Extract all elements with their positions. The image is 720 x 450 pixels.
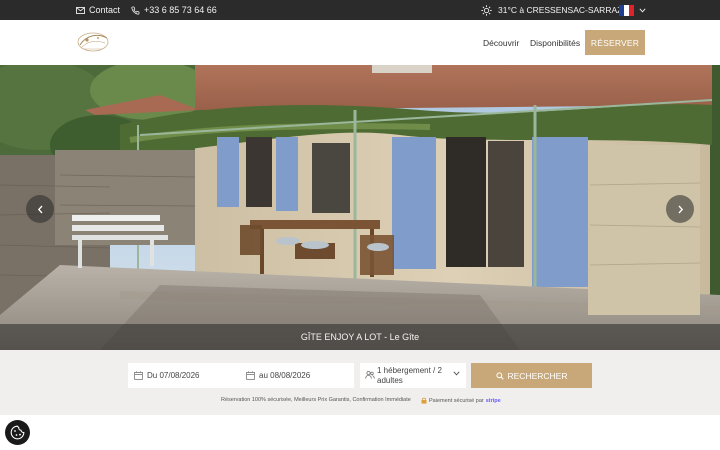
users-icon	[365, 370, 375, 380]
phone-number: +33 6 85 73 64 66	[144, 5, 217, 15]
carousel-next-button[interactable]	[666, 195, 694, 223]
language-selector[interactable]	[619, 4, 646, 16]
phone-link[interactable]: +33 6 85 73 64 66	[131, 0, 217, 20]
search-button[interactable]: RECHERCHER	[471, 363, 592, 388]
contact-label: Contact	[89, 5, 121, 15]
arrival-date[interactable]: Du 07/08/2026	[134, 371, 200, 380]
secure-payment-text: Paiement sécurisé par	[429, 397, 484, 404]
flag-fr-icon	[619, 4, 634, 16]
chevron-down-icon	[639, 7, 646, 13]
departure-date-text: au 08/08/2026	[259, 371, 311, 380]
hero-caption-band: GÎTE ENJOY A LOT - Le Gîte	[0, 324, 720, 350]
page: Contact +33 6 85 73 64 66 31°C à CRESSEN…	[0, 0, 720, 450]
arrival-date-text: Du 07/08/2026	[147, 371, 200, 380]
booking-assurance: Réservation 100% sécurisée, Meilleurs Pr…	[221, 397, 411, 403]
search-button-label: RECHERCHER	[507, 370, 568, 381]
booking-bar: Du 07/08/2026 au 08/08/2026 1 hébergemen…	[0, 350, 720, 415]
sun-icon	[481, 4, 492, 16]
contact-link[interactable]: Contact	[76, 0, 120, 20]
weather-widget: 31°C à CRESSENSAC-SARRAZAC	[481, 0, 634, 20]
date-range-field[interactable]: Du 07/08/2026 au 08/08/2026	[128, 363, 354, 388]
cookie-icon	[10, 425, 25, 440]
hero-carousel: GÎTE ENJOY A LOT - Le Gîte	[0, 65, 720, 350]
site-header: Découvrir Disponibilités RÉSERVER	[0, 20, 720, 65]
calendar-icon	[134, 371, 143, 380]
chevron-left-icon	[37, 205, 44, 214]
search-icon	[495, 371, 504, 380]
nav-decouvrir[interactable]: Découvrir	[483, 38, 519, 48]
stripe-logo: stripe	[485, 397, 501, 404]
mail-icon	[76, 6, 85, 14]
nav-disponibilites[interactable]: Disponibilités	[530, 38, 580, 48]
carousel-prev-button[interactable]	[26, 195, 54, 223]
weather-text: 31°C à CRESSENSAC-SARRAZAC	[498, 5, 635, 15]
hero-photo	[0, 65, 720, 350]
gite-logo[interactable]	[74, 29, 112, 55]
top-bar: Contact +33 6 85 73 64 66 31°C à CRESSEN…	[0, 0, 720, 20]
departure-date[interactable]: au 08/08/2026	[246, 371, 310, 380]
chevron-down-icon	[453, 371, 460, 376]
secure-payment: Paiement sécurisé par stripe	[421, 397, 501, 404]
flag-stripe-red	[629, 4, 634, 16]
guests-text: 1 hébergement / 2 adultes	[377, 366, 442, 385]
chevron-right-icon	[677, 205, 684, 214]
lock-icon	[421, 397, 427, 404]
reserve-button[interactable]: RÉSERVER	[585, 30, 645, 55]
hero-caption: GÎTE ENJOY A LOT - Le Gîte	[300, 332, 420, 342]
calendar-icon	[246, 371, 255, 380]
cookie-settings-button[interactable]	[5, 420, 30, 445]
guests-selector[interactable]: 1 hébergement / 2 adultes	[360, 363, 466, 388]
phone-icon	[131, 6, 140, 15]
